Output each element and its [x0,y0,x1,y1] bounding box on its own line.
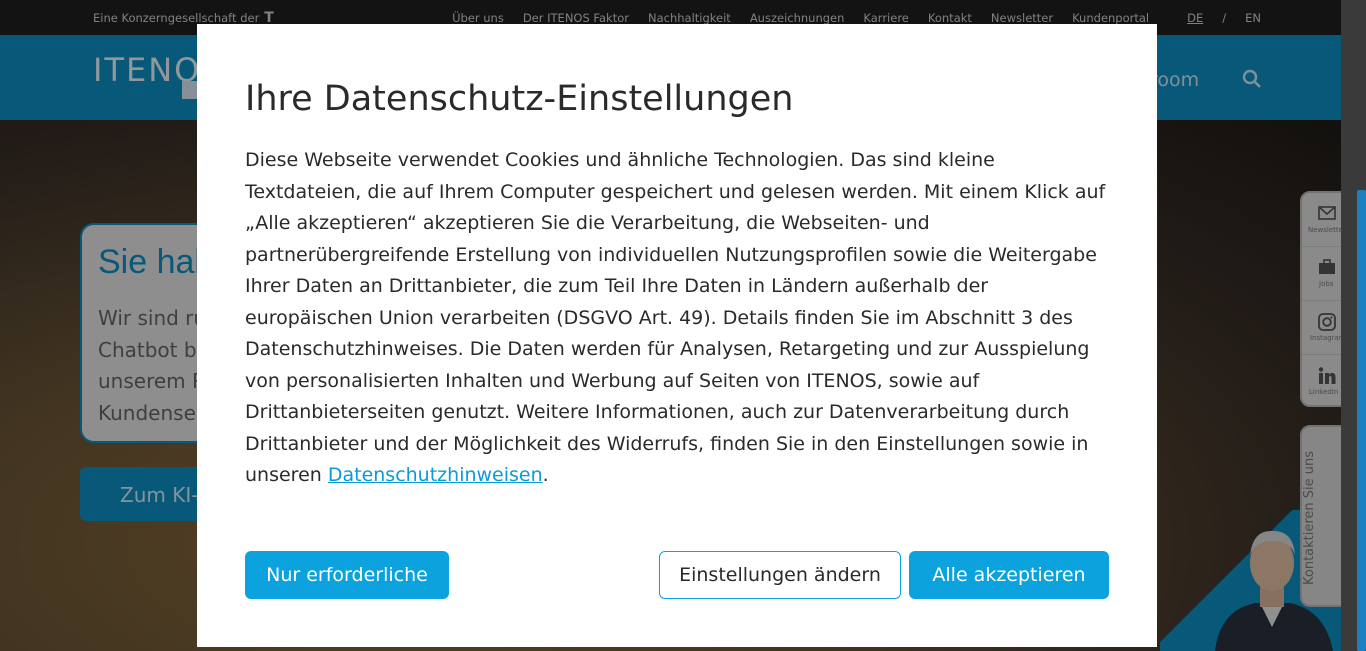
scrollbar-thumb[interactable] [1357,190,1366,651]
dialog-body: Diese Webseite verwendet Cookies und ähn… [245,145,1111,492]
privacy-settings-dialog: Ihre Datenschutz-Einstellungen Diese Web… [197,24,1157,647]
dialog-body-text: Diese Webseite verwendet Cookies und ähn… [245,149,1106,486]
dialog-body-end: . [542,464,549,486]
dialog-title: Ihre Datenschutz-Einstellungen [245,79,794,119]
page-scrollbar[interactable] [1341,0,1366,651]
change-settings-button[interactable]: Einstellungen ändern [659,551,901,599]
only-required-button[interactable]: Nur erforderliche [245,551,449,599]
privacy-notice-link[interactable]: Datenschutzhinweisen [328,464,543,486]
accept-all-button[interactable]: Alle akzeptieren [909,551,1109,599]
